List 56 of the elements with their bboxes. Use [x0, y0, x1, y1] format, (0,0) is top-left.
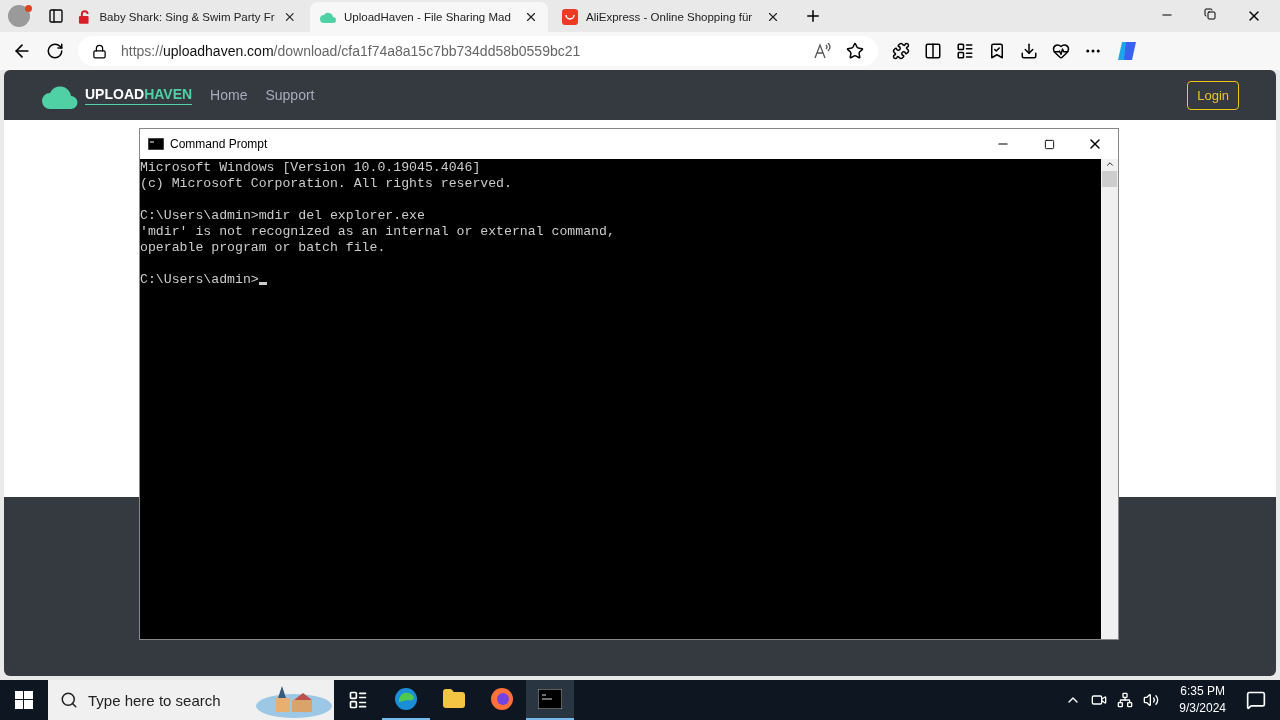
- collections-icon[interactable]: [988, 42, 1006, 60]
- nav-link[interactable]: Home: [210, 87, 248, 103]
- notifications-icon[interactable]: [1246, 690, 1266, 710]
- search-icon: [60, 691, 78, 709]
- refresh-icon[interactable]: [46, 42, 64, 60]
- new-tab-icon[interactable]: [804, 7, 822, 25]
- health-icon[interactable]: [1052, 42, 1070, 60]
- firefox-icon: [490, 687, 514, 711]
- lock-icon: [78, 10, 92, 24]
- console-line: (c) Microsoft Corporation. All rights reserved.: [140, 176, 513, 192]
- windows-logo-icon[interactable]: [15, 691, 33, 709]
- text-cursor: [258, 282, 267, 285]
- lock-icon: [92, 43, 107, 59]
- console-line: operable program or batch file.: [140, 240, 387, 256]
- favorites-icon[interactable]: [956, 42, 974, 60]
- window-title: Command Prompt: [170, 137, 268, 151]
- cloud-icon: [320, 10, 336, 24]
- read-aloud-icon[interactable]: [814, 43, 832, 59]
- favorite-icon[interactable]: [846, 42, 864, 60]
- taskbar-app[interactable]: [526, 680, 574, 720]
- edge-icon: [394, 687, 418, 711]
- network-icon[interactable]: [1117, 692, 1134, 708]
- console-line: C:\Users\admin>mdir del explorer.exe: [140, 208, 426, 224]
- download-icon[interactable]: [1020, 42, 1038, 60]
- folder-icon: [442, 687, 466, 711]
- tab-actions-icon[interactable]: [48, 8, 64, 24]
- profile-avatar[interactable]: [8, 5, 30, 27]
- terminal-icon: [538, 689, 562, 709]
- url-text: https://uploadhaven.com/download/cfa1f74a8a15c7bb734dd58b0559bc21: [121, 43, 582, 59]
- site-logo: UPLOADHAVEN: [85, 85, 193, 105]
- browser-tab[interactable]: Baby Shark: Sing & Swim Party Fr: [68, 2, 306, 32]
- scroll-thumb[interactable]: [1102, 171, 1117, 187]
- console-line: Microsoft Windows [Version 10.0.19045.4046]: [140, 160, 482, 176]
- address-field[interactable]: https://uploadhaven.com/download/cfa1f74a8a15c7bb734dd58b0559bc21: [78, 36, 878, 66]
- close-icon[interactable]: [766, 10, 780, 24]
- browser-tab[interactable]: AliExpress - Online Shopping für: [552, 2, 790, 32]
- shopping-bag-icon: [562, 9, 578, 25]
- scroll-up-icon[interactable]: [1104, 159, 1115, 169]
- search-field[interactable]: Type here to search: [48, 680, 334, 720]
- split-screen-icon[interactable]: [924, 42, 942, 60]
- restore-icon[interactable]: [1204, 8, 1216, 20]
- clock[interactable]: 6:35 PM 9/3/2024: [1179, 683, 1226, 717]
- login-button[interactable]: Login: [1187, 80, 1239, 110]
- browser-tab[interactable]: UploadHaven - File Sharing Mad: [310, 2, 548, 32]
- nav-link[interactable]: Support: [265, 87, 315, 103]
- notification-dot: [25, 5, 32, 12]
- close-icon[interactable]: [524, 10, 538, 24]
- volume-icon[interactable]: [1143, 692, 1160, 708]
- terminal-icon: [148, 138, 164, 150]
- scrollbar[interactable]: [1101, 159, 1118, 639]
- console-line: 'mdir' is not recognized as an internal or external command,: [140, 224, 616, 240]
- copilot-icon[interactable]: [1116, 40, 1138, 62]
- camera-icon[interactable]: [1091, 692, 1108, 708]
- console-prompt: C:\Users\admin>: [140, 272, 259, 287]
- maximize-icon[interactable]: [1043, 138, 1055, 150]
- extensions-icon[interactable]: [892, 42, 910, 60]
